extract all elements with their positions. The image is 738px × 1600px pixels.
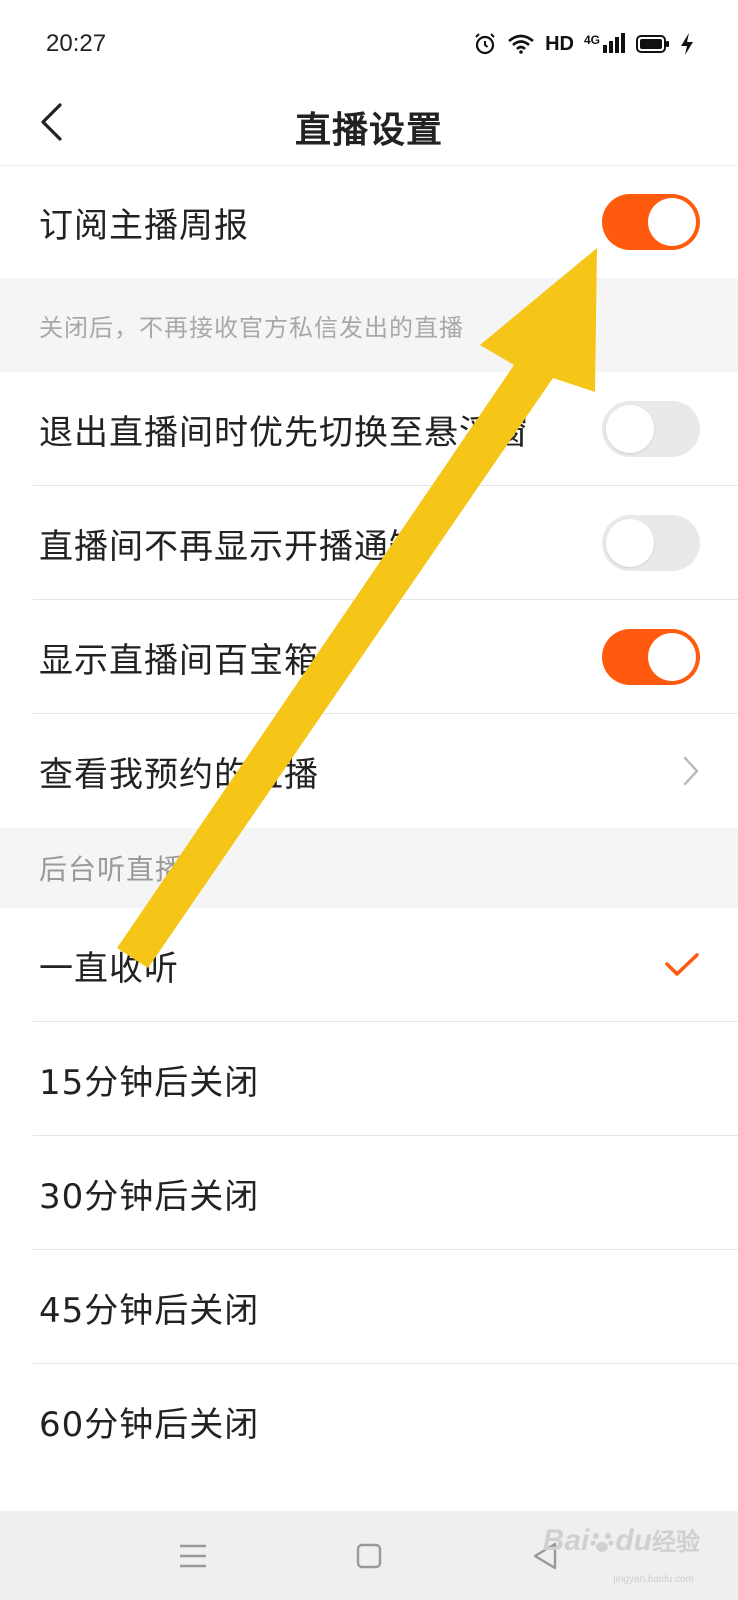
toggle-knob (648, 633, 696, 681)
watermark-brand-cn: 经验 (652, 1528, 700, 1556)
charging-icon (681, 33, 693, 55)
option-30-min[interactable]: 30分钟后关闭 (0, 1136, 738, 1250)
floating-window-label: 退出直播间时优先切换至悬浮窗 (39, 412, 529, 453)
status-time: 20:27 (46, 30, 107, 57)
nav-bar: 直播设置 (0, 88, 738, 166)
alarm-icon (475, 33, 495, 55)
hide-start-notice-label: 直播间不再显示开播通知 (39, 526, 424, 567)
paw-icon (590, 1533, 614, 1553)
hd-indicator: HD (545, 32, 574, 55)
chevron-right-icon (683, 756, 699, 786)
status-bar: 20:27 HD 4G (0, 0, 738, 88)
watermark-url: jingyan.baidu.com (613, 1574, 694, 1585)
option-15-min[interactable]: 15分钟后关闭 (0, 1022, 738, 1136)
my-reservations-label: 查看我预约的直播 (39, 754, 319, 795)
home-square-icon (356, 1543, 382, 1569)
option-label: 45分钟后关闭 (39, 1290, 260, 1331)
row-show-treasure-box: 显示直播间百宝箱 (0, 600, 738, 714)
toggle-knob (606, 405, 654, 453)
menu-icon (180, 1544, 206, 1568)
option-label: 60分钟后关闭 (39, 1404, 260, 1445)
subscribe-weekly-label: 订阅主播周报 (39, 205, 249, 246)
network-type: 4G (583, 33, 600, 47)
option-60-min[interactable]: 60分钟后关闭 (0, 1364, 738, 1478)
hide-start-notice-toggle[interactable] (602, 515, 700, 571)
toggle-knob (648, 198, 696, 246)
watermark-brand: Bai (542, 1524, 590, 1557)
show-treasure-box-toggle[interactable] (602, 629, 700, 685)
subscribe-weekly-toggle[interactable] (602, 194, 700, 250)
wifi-icon (508, 34, 534, 54)
signal-icon: 4G (584, 33, 626, 55)
show-treasure-box-label: 显示直播间百宝箱 (39, 640, 319, 681)
option-45-min[interactable]: 45分钟后关闭 (0, 1250, 738, 1364)
option-label: 30分钟后关闭 (39, 1176, 260, 1217)
background-listening-header: 后台听直播 (0, 828, 738, 908)
subscribe-note: 关闭后，不再接收官方私信发出的直播 (0, 278, 738, 372)
baidu-watermark: Bai du经验 (543, 1522, 700, 1558)
row-subscribe-weekly: 订阅主播周报 (0, 166, 738, 278)
checkmark-icon (665, 953, 699, 976)
status-icons: HD 4G (473, 32, 694, 56)
floating-window-toggle[interactable] (602, 401, 700, 457)
back-button[interactable] (26, 92, 76, 152)
row-hide-start-notice: 直播间不再显示开播通知 (0, 486, 738, 600)
row-floating-window: 退出直播间时优先切换至悬浮窗 (0, 372, 738, 486)
toggle-knob (606, 519, 654, 567)
menu-button[interactable] (170, 1533, 216, 1579)
row-my-reservations[interactable]: 查看我预约的直播 (0, 714, 738, 828)
background-listening-header-text: 后台听直播 (39, 853, 185, 886)
option-always-listen[interactable]: 一直收听 (0, 908, 738, 1022)
subscribe-note-text: 关闭后，不再接收官方私信发出的直播 (39, 313, 464, 342)
option-label: 15分钟后关闭 (39, 1062, 260, 1103)
home-button[interactable] (346, 1533, 392, 1579)
chevron-left-icon (41, 103, 62, 141)
option-label: 一直收听 (39, 948, 179, 989)
battery-icon (636, 35, 669, 53)
watermark-brand-suffix: du (615, 1524, 652, 1557)
page-title: 直播设置 (294, 109, 443, 151)
